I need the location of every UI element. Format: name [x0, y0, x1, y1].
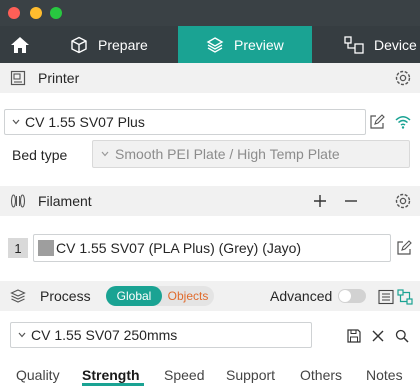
add-filament-icon[interactable]: [313, 194, 327, 208]
save-icon[interactable]: [347, 329, 361, 343]
subtab-strength[interactable]: Strength: [82, 367, 140, 383]
process-layers-icon: [10, 289, 26, 303]
subtab-speed[interactable]: Speed: [164, 367, 204, 383]
tab-prepare-label: Prepare: [98, 36, 148, 53]
main-tab-bar: Prepare Preview Device: [0, 26, 420, 63]
subtab-support[interactable]: Support: [226, 367, 275, 383]
title-bar: [0, 0, 420, 26]
subtab-others[interactable]: Others: [300, 367, 342, 383]
chevron-down-icon: [12, 119, 20, 125]
zoom-window-button[interactable]: [50, 7, 62, 19]
printer-section-header: Printer: [0, 63, 420, 93]
advanced-toggle-knob: [339, 290, 351, 302]
edit-printer-icon[interactable]: [369, 114, 385, 130]
chevron-down-icon: [18, 332, 26, 338]
close-icon[interactable]: [371, 329, 385, 343]
list-view-icon[interactable]: [378, 289, 394, 305]
advanced-label: Advanced: [270, 288, 333, 304]
advanced-toggle[interactable]: [338, 289, 366, 303]
process-mode-objects[interactable]: Objects: [162, 286, 214, 306]
cube-icon: [71, 36, 87, 53]
printer-settings-gear-icon[interactable]: [394, 69, 412, 87]
tab-device[interactable]: Device: [312, 26, 420, 63]
filament-spool-icon: [10, 194, 26, 208]
home-button[interactable]: [0, 26, 40, 63]
printer-select-value: CV 1.55 SV07 Plus: [25, 114, 145, 130]
process-mode-global[interactable]: Global: [106, 286, 162, 306]
tab-preview[interactable]: Preview: [178, 26, 312, 63]
compare-icon[interactable]: [397, 289, 413, 305]
printer-icon: [10, 70, 26, 86]
filament-section-title: Filament: [38, 193, 92, 209]
process-section-title: Process: [40, 288, 91, 304]
tab-preview-label: Preview: [234, 36, 284, 53]
device-icon: [344, 35, 364, 54]
search-icon[interactable]: [395, 329, 409, 343]
process-mode-segmented-control: Global Objects: [106, 286, 214, 306]
filament-color-swatch[interactable]: [38, 240, 54, 256]
edit-filament-icon[interactable]: [396, 240, 412, 256]
subtab-quality[interactable]: Quality: [16, 367, 60, 383]
subtab-notes[interactable]: Notes: [366, 367, 403, 383]
bed-type-select[interactable]: Smooth PEI Plate / High Temp Plate: [92, 140, 410, 168]
filament-index-badge: 1: [8, 238, 28, 258]
filament-section-header: Filament: [0, 186, 420, 216]
process-subtabs: Quality Strength Speed Support Others No…: [0, 362, 420, 391]
printer-section-title: Printer: [38, 70, 80, 86]
filament-select[interactable]: CV 1.55 SV07 (PLA Plus) (Grey) (Jayo): [33, 234, 391, 262]
minimize-window-button[interactable]: [30, 7, 42, 19]
filament-select-value: CV 1.55 SV07 (PLA Plus) (Grey) (Jayo): [56, 240, 302, 256]
remove-filament-icon[interactable]: [344, 194, 358, 208]
active-subtab-indicator: [82, 383, 144, 386]
layers-icon: [206, 36, 224, 53]
bed-type-value: Smooth PEI Plate / High Temp Plate: [115, 146, 340, 162]
filament-settings-gear-icon[interactable]: [394, 192, 412, 210]
close-window-button[interactable]: [8, 7, 20, 19]
bed-type-label: Bed type: [12, 147, 68, 163]
home-icon: [11, 36, 29, 53]
chevron-down-icon: [101, 151, 109, 157]
tab-device-label: Device: [374, 36, 417, 53]
printer-select[interactable]: CV 1.55 SV07 Plus: [4, 109, 366, 135]
process-preset-value: CV 1.55 SV07 250mms: [31, 327, 178, 343]
tab-prepare[interactable]: Prepare: [40, 26, 178, 63]
process-preset-select[interactable]: CV 1.55 SV07 250mms: [10, 322, 312, 348]
wifi-icon[interactable]: [395, 114, 411, 130]
